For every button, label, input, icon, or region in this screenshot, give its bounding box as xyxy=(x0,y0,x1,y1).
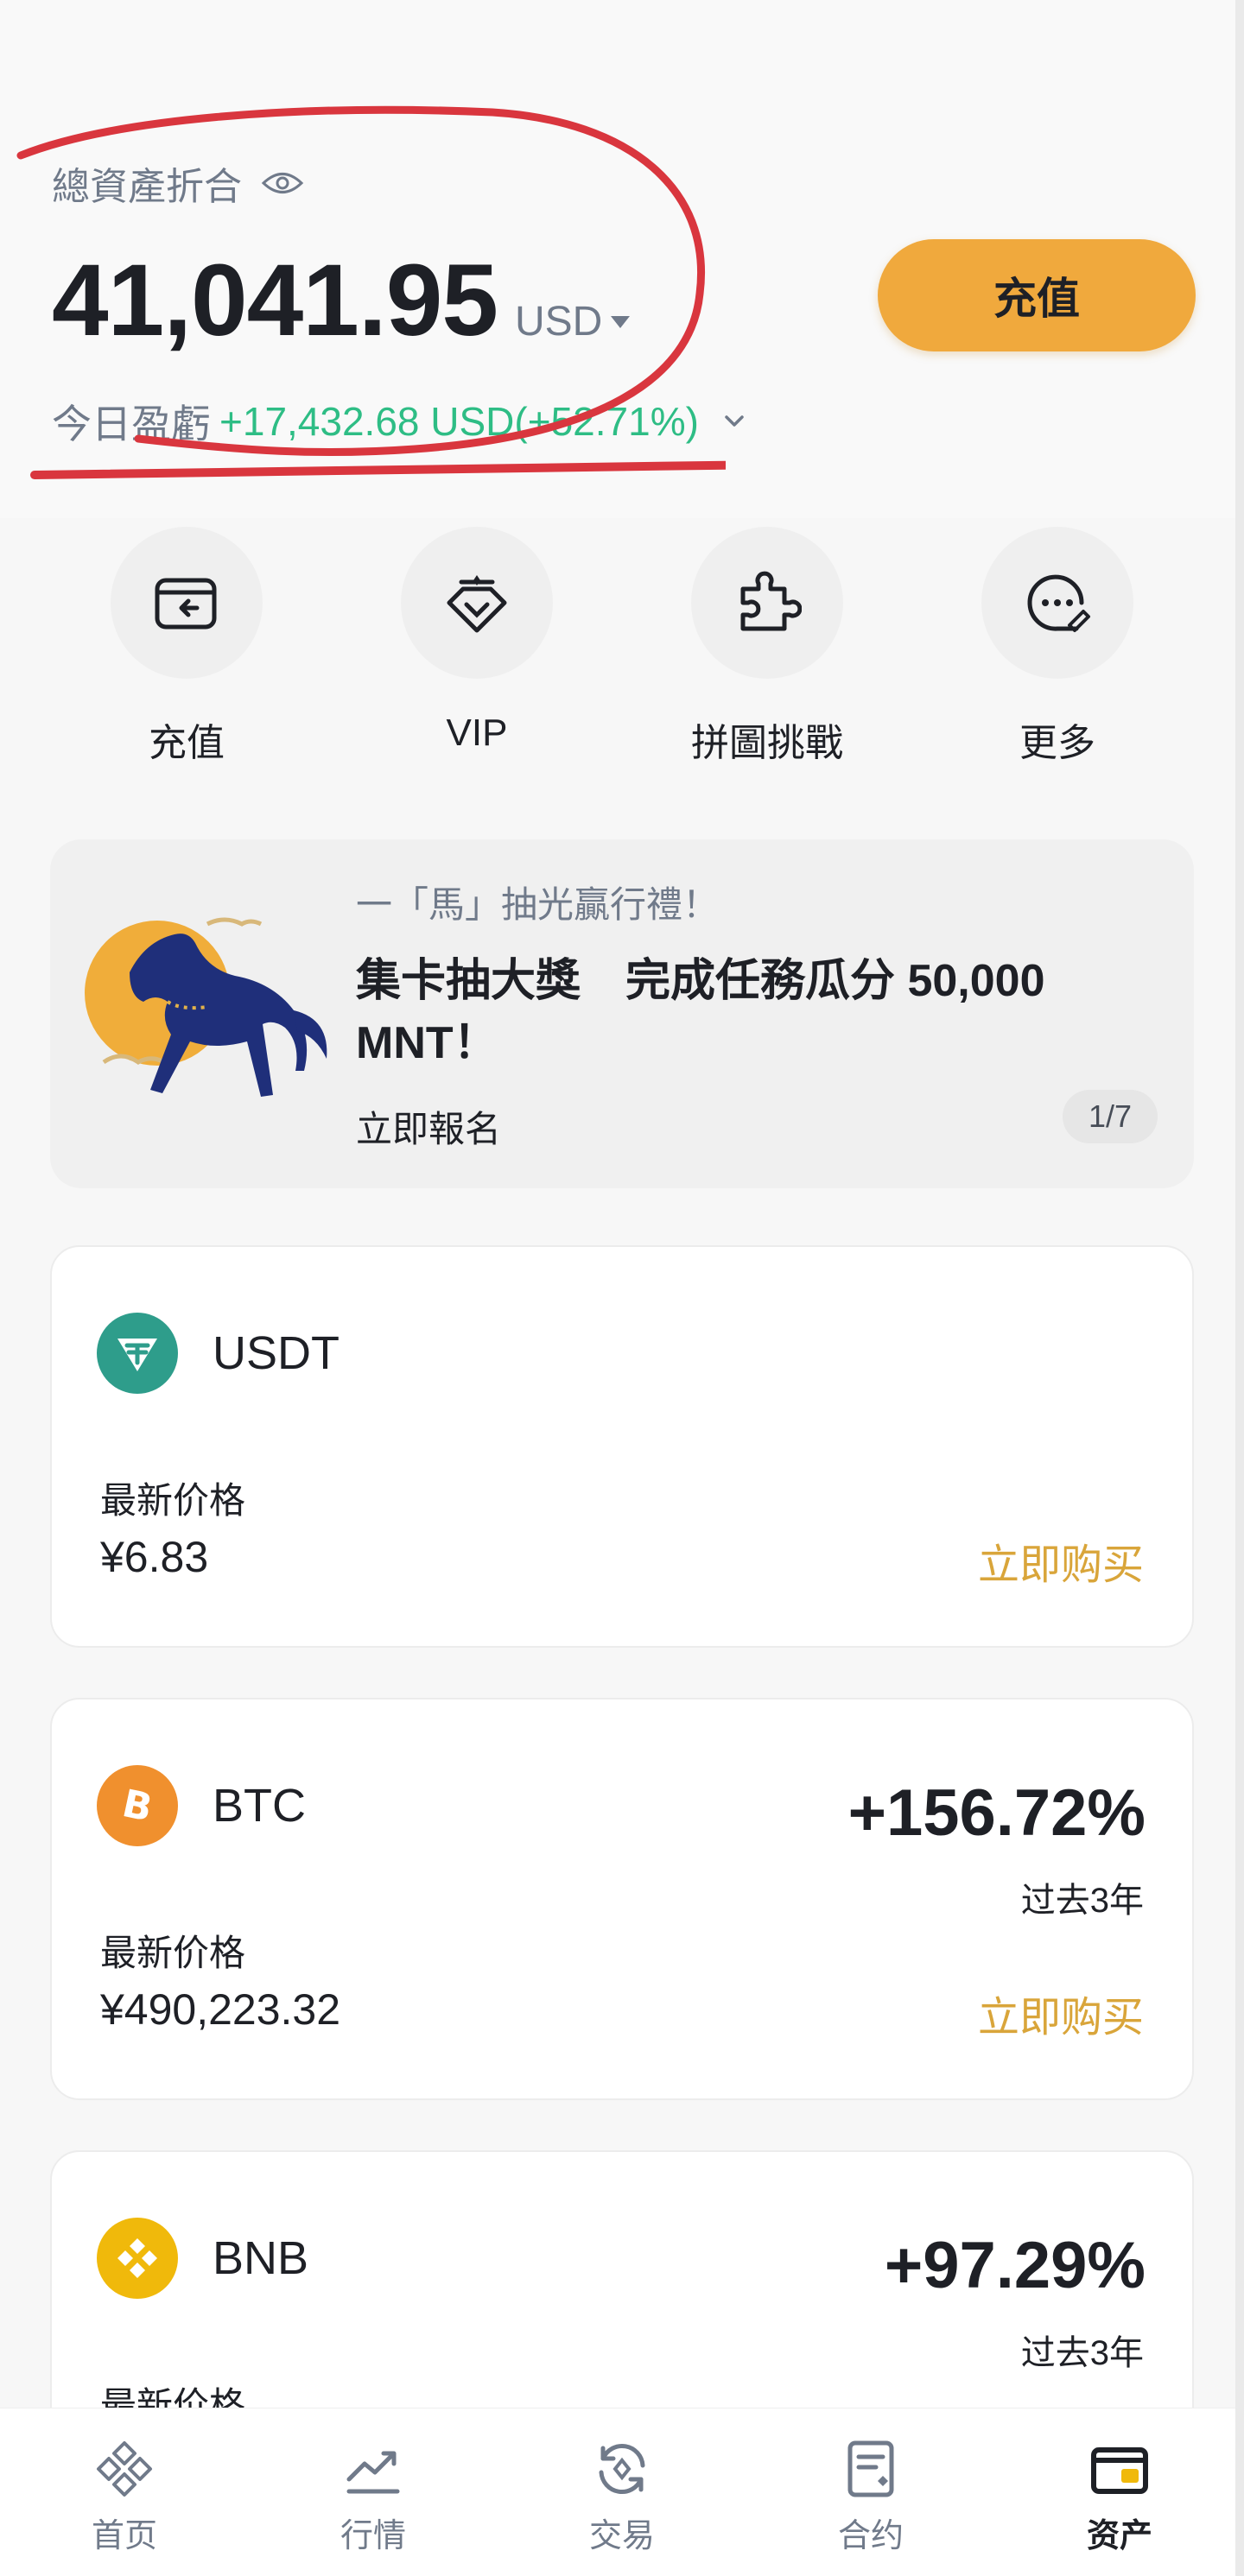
chevron-down-icon xyxy=(725,415,744,427)
coin-header: BNB xyxy=(97,2218,308,2299)
nav-home[interactable]: 首页 xyxy=(0,2408,249,2576)
nav-futures[interactable]: 合约 xyxy=(746,2408,995,2576)
quick-action-label: 更多 xyxy=(1019,722,1095,764)
puzzle-icon xyxy=(691,527,843,679)
markets-icon xyxy=(346,2451,400,2494)
trade-icon xyxy=(599,2443,645,2495)
quick-action-label: 充值 xyxy=(149,722,225,764)
quick-action-label: 拼圖挑戰 xyxy=(691,722,843,764)
coin-card-btc[interactable]: B BTC +156.72% 过去3年 最新价格 ¥490,223.32 立即购… xyxy=(50,1698,1194,2100)
latest-price: ¥490,223.32 xyxy=(100,1985,341,2034)
quick-action-vip[interactable]: VIP xyxy=(373,527,581,755)
bnb-icon xyxy=(97,2218,178,2299)
assets-icon xyxy=(1091,2447,1148,2494)
nav-label: 合约 xyxy=(837,2518,904,2554)
banner-subtitle: 一「馬」抽光贏行禮！ xyxy=(356,884,720,925)
latest-price: ¥6.83 xyxy=(100,1533,209,1581)
nav-label: 首页 xyxy=(91,2518,157,2554)
futures-icon xyxy=(847,2440,894,2497)
pnl-label: 今日盈虧 xyxy=(52,402,211,446)
coin-symbol: BNB xyxy=(213,2232,309,2284)
quick-action-more[interactable]: 更多 xyxy=(954,527,1161,767)
home-icon xyxy=(97,2441,152,2497)
price-label: 最新价格 xyxy=(100,1933,246,1973)
coin-symbol: USDT xyxy=(213,1327,340,1379)
quick-action-puzzle[interactable]: 拼圖挑戰 xyxy=(663,527,871,767)
quick-action-label: VIP xyxy=(446,712,508,754)
balance-row: 41,041.95 USD xyxy=(52,242,631,359)
usdt-icon xyxy=(97,1313,178,1394)
horse-illustration xyxy=(85,917,327,1097)
currency-label: USD xyxy=(514,299,603,345)
quick-action-deposit[interactable]: 充值 xyxy=(83,527,290,767)
change-period: 过去3年 xyxy=(1020,2334,1144,2372)
price-change: +97.29% xyxy=(884,2229,1146,2302)
vip-icon xyxy=(401,527,553,679)
balance-label: 總資產折合 xyxy=(52,166,242,208)
deposit-button[interactable]: 充值 xyxy=(878,239,1196,351)
buy-now-link[interactable]: 立即购买 xyxy=(978,1530,1144,1591)
more-icon xyxy=(981,527,1133,679)
deposit-icon xyxy=(111,527,263,679)
banner-page-indicator: 1/7 xyxy=(1063,1090,1158,1143)
price-change: +156.72% xyxy=(847,1776,1146,1850)
nav-label: 行情 xyxy=(340,2518,406,2554)
svg-text:B: B xyxy=(118,1782,156,1831)
price-label: 最新价格 xyxy=(100,1480,246,1521)
coin-symbol: BTC xyxy=(213,1780,306,1832)
buy-now-link[interactable]: 立即购买 xyxy=(978,1983,1144,2043)
caret-down-icon xyxy=(611,315,631,328)
coin-header: USDT xyxy=(97,1313,340,1394)
nav-assets[interactable]: 资产 xyxy=(995,2408,1244,2576)
currency-selector[interactable]: USD xyxy=(514,298,631,345)
pnl-value: +17,432.68 USD(+52.71%) xyxy=(219,399,699,444)
nav-markets[interactable]: 行情 xyxy=(249,2408,498,2576)
banner-signup-link[interactable]: 立即報名 xyxy=(356,1100,501,1153)
banner-title: 集卡抽大獎 完成任務瓜分 50,000 MNT！ xyxy=(356,956,1045,1068)
nav-label: 交易 xyxy=(588,2518,655,2554)
balance-label-row: 總資產折合 xyxy=(52,155,304,211)
page-edge xyxy=(1235,0,1244,2576)
coin-card-usdt[interactable]: USDT 最新价格 ¥6.83 立即购买 xyxy=(50,1245,1194,1648)
nav-trade[interactable]: 交易 xyxy=(498,2408,746,2576)
bottom-nav: 首页 行情 交易 合约 资产 xyxy=(0,2408,1244,2576)
coin-header: B BTC xyxy=(97,1765,306,1846)
pnl-row[interactable]: 今日盈虧 +17,432.68 USD(+52.71%) xyxy=(52,393,749,450)
btc-icon: B xyxy=(97,1765,178,1846)
eye-icon[interactable] xyxy=(261,170,304,196)
nav-label: 资产 xyxy=(1086,2518,1152,2554)
total-balance: 41,041.95 xyxy=(52,244,498,358)
change-period: 过去3年 xyxy=(1020,1882,1144,1920)
